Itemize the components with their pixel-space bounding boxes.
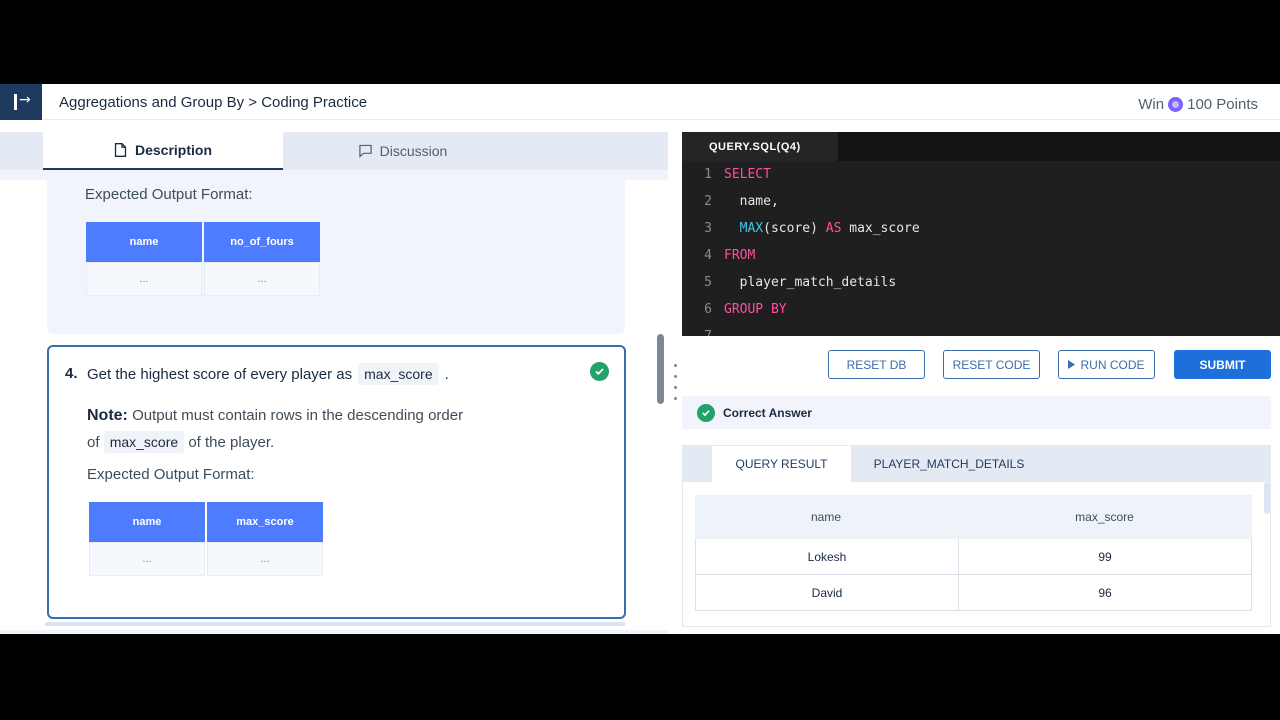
- win-label: Win: [1138, 96, 1165, 113]
- expected-output-table: name max_score ... ...: [87, 502, 325, 576]
- inline-code: max_score: [103, 431, 185, 453]
- code-line[interactable]: 6 GROUP BY: [682, 296, 1280, 323]
- column-header: max_score: [207, 502, 323, 542]
- table-cell: Lokesh: [696, 539, 959, 574]
- tab-description[interactable]: Description: [43, 132, 283, 170]
- line-number: 5: [704, 275, 712, 290]
- status-banner: Correct Answer: [682, 396, 1271, 429]
- points-label: 100 Points: [1187, 96, 1258, 113]
- table-cell: ...: [89, 542, 205, 576]
- result-table: name max_score Lokesh 99 David 96: [695, 495, 1252, 611]
- editor-tab-bar: QUERY.SQL(Q4): [682, 132, 1280, 161]
- line-number: 1: [704, 167, 712, 182]
- line-number: 3: [704, 221, 712, 236]
- table-cell: 99: [1098, 549, 1112, 564]
- collapse-icon-bar: [14, 94, 17, 110]
- question-number: 4.: [65, 365, 78, 382]
- column-header: name: [86, 222, 202, 262]
- note-text: Output must contain rows in the descendi…: [132, 407, 464, 424]
- success-check-icon: [697, 403, 715, 422]
- code-text[interactable]: GROUP BY: [712, 302, 787, 317]
- status-text: Correct Answer: [723, 405, 812, 420]
- code-text[interactable]: FROM: [712, 248, 755, 263]
- note-label: Note:: [87, 407, 128, 424]
- code-text[interactable]: name,: [712, 194, 779, 209]
- code-line[interactable]: 2 name,: [682, 188, 1280, 215]
- line-number: 2: [704, 194, 712, 209]
- expected-output-label: Expected Output Format:: [85, 186, 253, 203]
- table-cell: ...: [207, 542, 323, 576]
- table-row: Lokesh 99: [695, 539, 1252, 575]
- description-scroll-area[interactable]: Expected Output Format: name no_of_fours…: [0, 180, 668, 630]
- column-header: name: [89, 502, 205, 542]
- column-header: max_score: [1075, 510, 1134, 524]
- table-cell: ...: [204, 262, 320, 296]
- tab-player-match-details[interactable]: PLAYER_MATCH_DETAILS: [863, 446, 1035, 482]
- submit-button[interactable]: SUBMIT: [1174, 350, 1271, 379]
- completed-check-icon: [590, 362, 609, 381]
- arrow-right-icon: →: [19, 92, 31, 108]
- question-card-3: Expected Output Format: name no_of_fours…: [47, 180, 625, 334]
- question-text-main: Get the highest score of every player as: [87, 365, 353, 383]
- left-scrollbar[interactable]: [657, 334, 664, 404]
- line-number: 4: [704, 248, 712, 263]
- coin-icon: [1168, 97, 1184, 112]
- expected-output-table: name no_of_fours ... ...: [84, 222, 322, 296]
- play-icon: [1068, 360, 1076, 369]
- document-icon: [114, 143, 127, 157]
- question-card-4: 4. Get the highest score of every player…: [47, 345, 626, 619]
- line-number: 6: [704, 302, 712, 317]
- next-card-edge: [45, 622, 625, 626]
- code-text[interactable]: MAX(score) AS max_score: [712, 221, 920, 236]
- result-panel: QUERY RESULT PLAYER_MATCH_DETAILS name m…: [682, 445, 1271, 627]
- reset-code-button[interactable]: RESET CODE: [943, 350, 1040, 379]
- note-of: of: [87, 434, 100, 451]
- result-table-header: name max_score: [695, 495, 1252, 539]
- win-points: Win 100 Points: [1138, 96, 1258, 113]
- reset-db-button[interactable]: RESET DB: [828, 350, 925, 379]
- comment-icon: [358, 144, 372, 158]
- code-line[interactable]: 1 SELECT: [682, 161, 1280, 188]
- code-editor[interactable]: QUERY.SQL(Q4) 1 SELECT 2 name, 3 MAX(score)…: [682, 132, 1280, 336]
- tab-query-result[interactable]: QUERY RESULT: [712, 446, 851, 482]
- panel-resize-handle[interactable]: [672, 364, 678, 400]
- tab-discussion[interactable]: Discussion: [283, 132, 523, 170]
- run-code-label: RUN CODE: [1080, 357, 1145, 372]
- line-number: 7: [682, 329, 712, 336]
- code-line[interactable]: 3 MAX(score) AS max_score: [682, 215, 1280, 242]
- question-note: Note: Output must contain rows in the de…: [87, 403, 517, 456]
- table-row: David 96: [695, 575, 1252, 611]
- code-text[interactable]: SELECT: [712, 167, 771, 182]
- run-code-button[interactable]: RUN CODE: [1058, 350, 1155, 379]
- code-line[interactable]: 7: [682, 323, 1280, 336]
- column-header: no_of_fours: [204, 222, 320, 262]
- breadcrumb: Aggregations and Group By > Coding Pract…: [59, 94, 368, 111]
- code-line[interactable]: 5 player_match_details: [682, 269, 1280, 296]
- code-line[interactable]: 4 FROM: [682, 242, 1280, 269]
- question-text-period: .: [444, 365, 449, 383]
- expected-output-label: Expected Output Format:: [87, 466, 255, 483]
- code-text[interactable]: player_match_details: [712, 275, 897, 290]
- note-end: of the player.: [188, 434, 275, 451]
- tab-description-label: Description: [134, 142, 212, 158]
- result-tabs: QUERY RESULT PLAYER_MATCH_DETAILS: [683, 446, 1270, 482]
- table-cell: 96: [1098, 585, 1112, 600]
- tab-discussion-label: Discussion: [379, 143, 448, 159]
- collapse-sidebar-button[interactable]: →: [0, 84, 42, 120]
- top-bar: → Aggregations and Group By > Coding Pra…: [0, 84, 1280, 120]
- column-header: name: [810, 510, 842, 524]
- table-cell: ...: [86, 262, 202, 296]
- table-cell: David: [696, 575, 959, 610]
- inline-code: max_score: [358, 363, 439, 385]
- question-text: Get the highest score of every player as…: [87, 363, 449, 385]
- editor-file-tab[interactable]: QUERY.SQL(Q4): [682, 132, 838, 161]
- result-scrollbar[interactable]: [1264, 482, 1270, 514]
- left-tabs: Description Discussion: [0, 132, 668, 170]
- app-screen: → Aggregations and Group By > Coding Pra…: [0, 84, 1280, 634]
